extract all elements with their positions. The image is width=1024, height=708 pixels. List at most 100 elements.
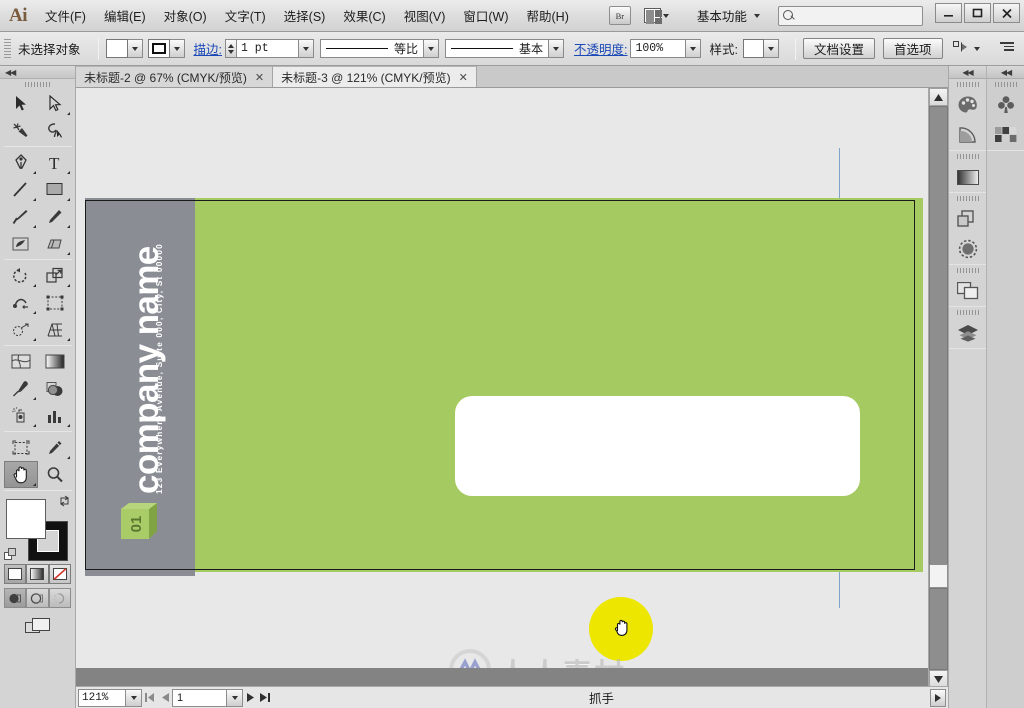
menu-select[interactable]: 选择(S) <box>275 3 335 28</box>
default-fill-stroke-icon[interactable] <box>3 548 17 561</box>
tools-panel-header[interactable]: ◀◀ <box>0 66 75 79</box>
mesh-tool[interactable] <box>4 348 38 375</box>
menu-file[interactable]: 文件(F) <box>36 3 95 28</box>
zoom-level-dropdown[interactable] <box>126 688 142 707</box>
menu-help[interactable]: 帮助(H) <box>518 3 578 28</box>
width-tool[interactable] <box>4 289 38 316</box>
opacity-label-link[interactable]: 不透明度: <box>574 39 627 58</box>
menu-view[interactable]: 视图(V) <box>395 3 455 28</box>
blend-tool[interactable] <box>38 375 72 402</box>
minimize-button[interactable] <box>935 3 962 23</box>
column-graph-tool[interactable] <box>38 402 72 429</box>
menu-type[interactable]: 文字(T) <box>216 3 275 28</box>
draw-normal-button[interactable] <box>3 588 27 608</box>
rotate-tool[interactable] <box>4 262 38 289</box>
artboard-number-dropdown[interactable] <box>227 688 243 707</box>
stroke-color-control[interactable] <box>147 39 185 58</box>
document-tab-1[interactable]: 未标题-2 @ 67% (CMYK/预览) ✕ <box>76 66 274 87</box>
dock-grip[interactable] <box>949 307 986 318</box>
vertical-scroll-track-gap[interactable] <box>929 564 948 588</box>
close-button[interactable] <box>993 3 1020 23</box>
pen-tool[interactable] <box>4 149 38 176</box>
stroke-swatch[interactable] <box>147 39 170 58</box>
swap-fill-stroke-icon[interactable] <box>59 495 71 507</box>
pathfinder-panel-icon[interactable] <box>949 204 986 234</box>
collapse-panel-icon[interactable]: ◀◀ <box>5 68 16 77</box>
stroke-weight-value[interactable]: 1 pt <box>237 39 299 58</box>
fill-dropdown[interactable] <box>127 39 143 58</box>
color-panel-icon[interactable] <box>949 90 986 120</box>
change-screen-mode-button[interactable] <box>4 617 72 638</box>
menu-window[interactable]: 窗口(W) <box>454 3 517 28</box>
stroke-dropdown[interactable] <box>169 39 185 58</box>
dock-grip[interactable] <box>949 151 986 162</box>
dock-header-right[interactable]: ◀◀ <box>987 66 1024 79</box>
eyedropper-tool[interactable] <box>4 375 38 402</box>
vertical-scrollbar[interactable] <box>928 88 948 688</box>
align-panel-icon[interactable] <box>949 276 986 306</box>
status-menu-button[interactable] <box>930 688 946 707</box>
dock-grip[interactable] <box>949 265 986 276</box>
pencil-tool[interactable] <box>38 203 72 230</box>
paintbrush-tool[interactable] <box>4 203 38 230</box>
first-artboard-button[interactable] <box>142 689 157 707</box>
graphic-style-dropdown[interactable] <box>763 39 779 58</box>
chevron-down-icon[interactable] <box>973 46 980 51</box>
align-selection-icon[interactable] <box>952 40 969 57</box>
dock-header-left[interactable]: ◀◀ <box>949 66 986 79</box>
brush-definition-dropdown[interactable] <box>549 39 564 58</box>
control-bar-grip[interactable] <box>4 38 11 59</box>
gradient-mode-button[interactable] <box>26 564 49 584</box>
workspace-switcher[interactable]: 基本功能 <box>697 6 760 25</box>
color-guide-panel-icon[interactable] <box>949 120 986 150</box>
document-tab-2[interactable]: 未标题-3 @ 121% (CMYK/预览) ✕ <box>273 66 477 87</box>
collapse-dock-icon[interactable]: ◀◀ <box>962 68 973 77</box>
brushes-panel-icon[interactable] <box>987 90 1024 120</box>
free-transform-tool[interactable] <box>38 289 72 316</box>
dock-grip[interactable] <box>949 79 986 90</box>
gradient-panel-icon[interactable] <box>949 162 986 192</box>
zoom-tool[interactable] <box>38 461 72 488</box>
brush-definition-select[interactable]: 基本 <box>445 39 549 58</box>
search-input[interactable] <box>777 5 923 26</box>
preferences-button[interactable]: 首选项 <box>882 38 943 59</box>
close-icon[interactable]: ✕ <box>459 71 468 84</box>
blob-brush-tool[interactable] <box>4 230 38 257</box>
type-tool[interactable]: T <box>38 149 72 176</box>
swatches-panel-icon[interactable] <box>987 120 1024 150</box>
close-icon[interactable]: ✕ <box>255 71 264 84</box>
perspective-grid-tool[interactable] <box>38 316 72 343</box>
bridge-button[interactable]: Br <box>608 6 631 25</box>
canvas[interactable]: company name 123 Everywhere Avenue, Suit… <box>76 88 928 668</box>
line-segment-tool[interactable] <box>4 176 38 203</box>
draw-behind-button[interactable] <box>26 588 49 608</box>
transparency-panel-icon[interactable] <box>949 234 986 264</box>
vertical-scroll-thumb[interactable] <box>929 106 948 579</box>
lasso-tool[interactable] <box>38 117 72 144</box>
fill-color-control[interactable] <box>105 39 143 58</box>
scale-tool[interactable] <box>38 262 72 289</box>
shape-builder-tool[interactable] <box>4 316 38 343</box>
collapse-dock-icon[interactable]: ◀◀ <box>1001 68 1012 77</box>
zoom-level-value[interactable]: 121% <box>78 688 126 707</box>
draw-inside-button[interactable] <box>48 588 72 608</box>
symbol-sprayer-tool[interactable] <box>4 402 38 429</box>
stroke-weight-stepper[interactable] <box>225 39 237 58</box>
vertical-scroll-thumb-lower[interactable] <box>929 588 948 670</box>
menu-edit[interactable]: 编辑(E) <box>95 3 155 28</box>
dock-grip[interactable] <box>949 193 986 204</box>
menu-effect[interactable]: 效果(C) <box>334 3 394 28</box>
artboard-number-value[interactable]: 1 <box>172 688 227 707</box>
search-field[interactable] <box>794 8 915 23</box>
arrange-documents-button[interactable] <box>642 7 671 24</box>
fill-color-swatch[interactable] <box>5 499 46 539</box>
stroke-profile-select[interactable]: 等比 <box>320 39 424 58</box>
gradient-tool[interactable] <box>38 348 72 375</box>
none-mode-button[interactable] <box>48 564 72 584</box>
stroke-profile-dropdown[interactable] <box>424 39 439 58</box>
magic-wand-tool[interactable] <box>4 117 38 144</box>
opacity-dropdown[interactable] <box>686 39 702 58</box>
selection-tool[interactable] <box>4 90 38 117</box>
hand-tool[interactable] <box>3 461 38 488</box>
stroke-label-link[interactable]: 描边: <box>194 39 222 58</box>
